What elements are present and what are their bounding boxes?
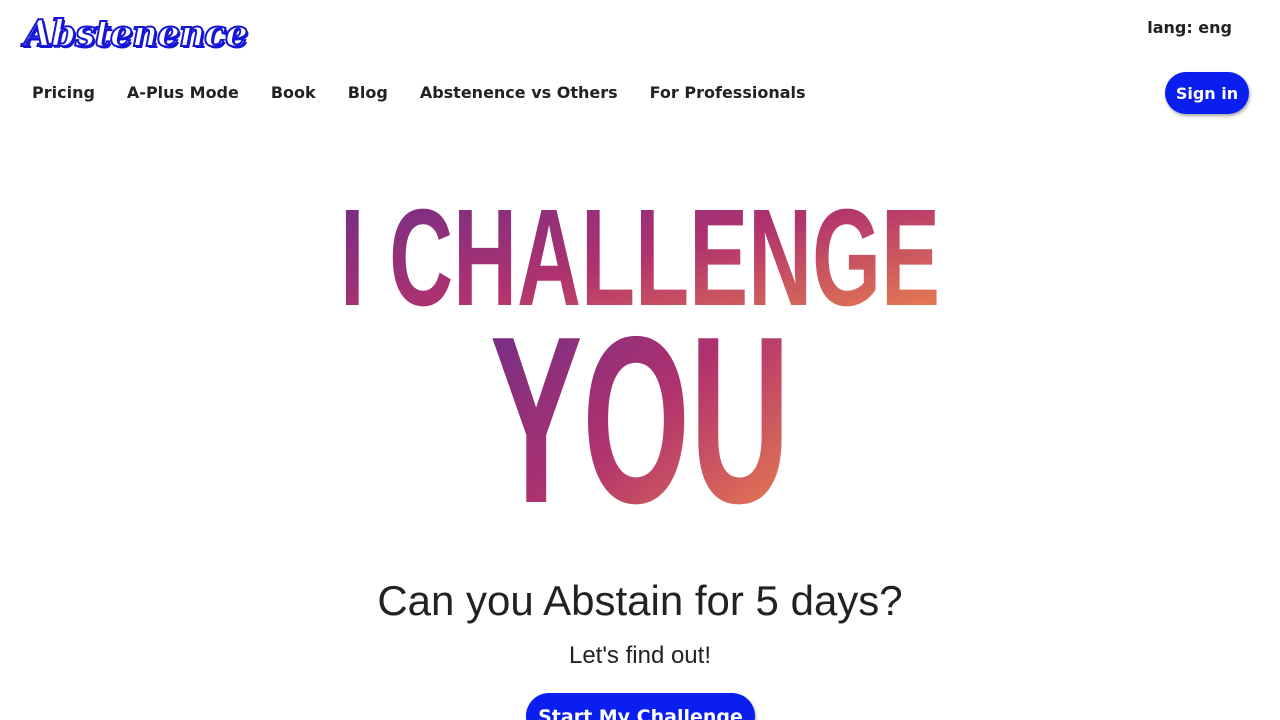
site-logo[interactable]: Abstenence [23,12,249,56]
challenge-subline: Let's find out! [568,642,711,669]
challenge-hero-image: I CHALLENGE YOU [340,190,940,510]
start-challenge-button[interactable]: Start My Challenge [526,693,755,720]
landing-page: Abstenence lang: eng Pricing A-Plus Mode… [0,0,1280,720]
nav-item-blog[interactable]: Blog [332,76,404,110]
nav-item-book[interactable]: Book [255,76,332,110]
nav-item-pricing[interactable]: Pricing [16,76,111,110]
nav-item-abstenence-vs-others[interactable]: Abstenence vs Others [404,76,634,110]
sign-in-button[interactable]: Sign in [1165,72,1249,114]
challenge-headline: Can you Abstain for 5 days? [377,577,903,624]
nav-item-a-plus-mode[interactable]: A-Plus Mode [111,76,255,110]
main-nav: Pricing A-Plus Mode Book Blog Abstenence… [16,76,822,110]
nav-item-for-professionals[interactable]: For Professionals [634,76,822,110]
hero-line-2: YOU [490,288,790,510]
language-selector[interactable]: lang: eng [1147,18,1232,37]
